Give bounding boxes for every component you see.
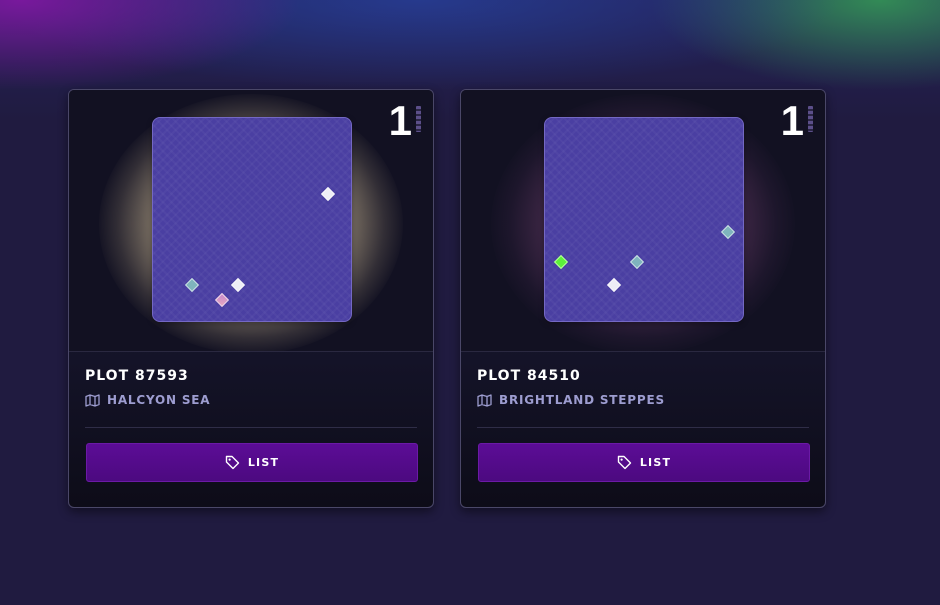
badge-level-bar <box>808 106 813 132</box>
plot-marker <box>184 277 200 293</box>
list-button-label: LIST <box>247 456 280 469</box>
plot-marker <box>230 277 246 293</box>
plot-thumbnail[interactable]: 1 <box>461 90 825 352</box>
map-icon <box>477 393 492 407</box>
plot-marker <box>629 254 645 270</box>
plot-marker <box>553 254 569 270</box>
plot-map <box>544 117 744 322</box>
badge-level-bar <box>416 106 421 132</box>
badge-number: 1 <box>388 97 412 144</box>
badge-number: 1 <box>780 97 804 144</box>
plot-info: PLOT 84510 BRIGHTLAND STEPPES <box>477 368 665 407</box>
plot-marker <box>606 277 622 293</box>
plot-marker <box>720 224 736 240</box>
divider <box>85 427 417 428</box>
plot-region: BRIGHTLAND STEPPES <box>477 393 665 407</box>
plot-card[interactable]: 1 PLOT 84510 BRIGHTLAND STEPPES LIST <box>460 89 826 508</box>
plot-map <box>152 117 352 322</box>
region-label: BRIGHTLAND STEPPES <box>499 393 665 407</box>
plot-marker <box>320 186 336 202</box>
divider <box>477 427 809 428</box>
plot-title: PLOT 84510 <box>477 368 581 384</box>
plot-count-badge: 1 <box>389 98 421 144</box>
map-icon <box>85 393 100 407</box>
region-label: HALCYON SEA <box>107 393 211 407</box>
plot-info: PLOT 87593 HALCYON SEA <box>85 368 210 407</box>
tag-icon <box>617 455 632 470</box>
list-button[interactable]: LIST <box>86 443 418 482</box>
tag-icon <box>225 455 240 470</box>
plot-title: PLOT 87593 <box>85 368 189 384</box>
plot-region: HALCYON SEA <box>85 393 210 407</box>
plot-count-badge: 1 <box>781 98 813 144</box>
plot-card[interactable]: 1 PLOT 87593 HALCYON SEA LIST <box>68 89 434 508</box>
plot-marker <box>214 292 230 308</box>
list-button[interactable]: LIST <box>478 443 810 482</box>
plot-thumbnail[interactable]: 1 <box>69 90 433 352</box>
list-button-label: LIST <box>639 456 672 469</box>
